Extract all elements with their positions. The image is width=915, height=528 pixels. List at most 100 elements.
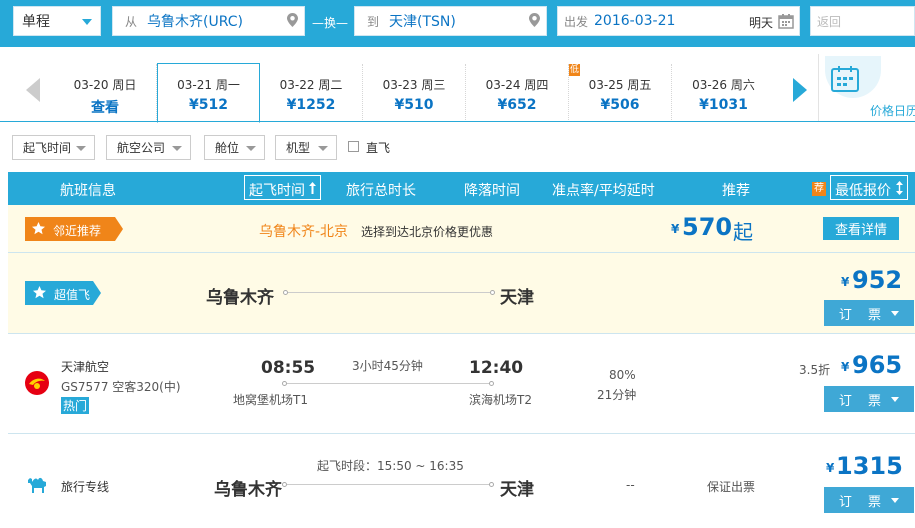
sort-updown-icon <box>896 181 903 195</box>
date-tab[interactable]: 03-26 周六 ¥1031 <box>672 64 775 122</box>
calendar-icon <box>831 66 859 92</box>
camel-icon <box>28 477 46 493</box>
nearby-suffix: 起 <box>733 220 753 244</box>
average-delay: 21分钟 <box>597 388 637 402</box>
date-tab[interactable]: 03-20 周日 查看 <box>54 64 157 122</box>
date-tab-day: 03-24 周四 <box>485 78 549 92</box>
deal-from-city: 乌鲁木齐 <box>206 288 274 308</box>
swap-button[interactable]: —换— <box>306 14 354 31</box>
book-button[interactable]: 订 票 <box>824 300 914 326</box>
recommend-badge: 荐 <box>812 182 826 196</box>
from-label: 从 <box>125 14 138 29</box>
header-duration[interactable]: 旅行总时长 <box>346 180 416 200</box>
nearby-price: 570 <box>682 213 733 241</box>
to-city-input[interactable]: 到 天津(TSN) <box>354 6 547 36</box>
book-button-label: 订 票 <box>838 393 888 409</box>
discount-label: 3.5折 <box>799 363 831 377</box>
cabin-filter[interactable]: 舱位 <box>204 135 265 160</box>
route-dot <box>489 381 494 386</box>
header-arrive-time[interactable]: 降落时间 <box>464 180 520 200</box>
travel-ontime: -- <box>626 478 635 492</box>
star-icon <box>32 222 45 235</box>
deal-tag: 超值飞 <box>25 281 101 305</box>
header-recommend[interactable]: 推荐 <box>722 180 750 200</box>
deal-row <box>8 253 915 333</box>
view-details-button[interactable]: 查看详情 <box>823 217 899 240</box>
deal-yen: ¥ <box>841 275 850 289</box>
route-line <box>288 292 491 293</box>
flight-duration: 3小时45分钟 <box>352 359 423 373</box>
arrive-airport: 滨海机场T2 <box>469 393 532 407</box>
chevron-down-icon <box>318 146 328 151</box>
route-dot <box>489 482 494 487</box>
calendar-icon <box>778 14 794 29</box>
header-flight-info: 航班信息 <box>60 183 116 199</box>
depart-date-input[interactable]: 出发 2016-03-21 明天 <box>557 6 800 36</box>
price-calendar-label: 价格日历 <box>870 104 915 118</box>
low-price-badge: 低 <box>569 64 581 76</box>
depart-time-filter[interactable]: 起飞时间 <box>12 135 95 160</box>
from-city-input[interactable]: 从 乌鲁木齐(URC) <box>112 6 305 36</box>
date-tab-price: ¥512 <box>189 97 228 113</box>
travel-from-city: 乌鲁木齐 <box>214 480 282 500</box>
direct-checkbox[interactable] <box>348 141 359 152</box>
deal-price: 952 <box>852 266 903 294</box>
price-calendar-button[interactable]: 价格日历 <box>818 54 915 121</box>
sort-lowest-price-button[interactable]: 最低报价 <box>830 175 908 200</box>
header-ontime[interactable]: 准点率/平均延时 <box>552 180 655 200</box>
chevron-down-icon <box>246 146 256 151</box>
sort-depart-time-button[interactable]: 起飞时间 <box>244 175 321 200</box>
deal-to-city: 天津 <box>500 288 534 308</box>
date-tab[interactable]: 03-23 周三 ¥510 <box>363 64 466 122</box>
depart-hint: 明天 <box>748 16 773 30</box>
nearby-desc: 选择到达北京价格更优惠 <box>361 225 494 239</box>
deal-tag-label: 超值飞 <box>54 288 91 302</box>
return-date-input[interactable]: 返回 <box>810 6 915 36</box>
next-arrow-icon[interactable] <box>793 78 807 102</box>
tianjin-airlines-logo <box>25 371 49 395</box>
prev-arrow-icon[interactable] <box>26 78 40 102</box>
chevron-down-icon <box>172 146 182 151</box>
hot-badge: 热门 <box>61 397 90 414</box>
date-tab[interactable]: 03-24 周四 ¥652 <box>466 64 569 122</box>
date-tab-price: ¥1252 <box>286 97 336 113</box>
date-tab[interactable]: 低 03-25 周五 ¥506 <box>569 64 672 122</box>
date-tab-day: 03-25 周五 <box>588 78 652 92</box>
chevron-down-icon <box>891 497 900 503</box>
route-dot <box>490 290 495 295</box>
depart-airport: 地窝堡机场T1 <box>233 393 308 407</box>
airline-filter[interactable]: 航空公司 <box>106 135 191 160</box>
direct-label: 直飞 <box>366 141 391 155</box>
book-button-label: 订 票 <box>838 494 888 510</box>
date-strip-divider <box>0 121 915 122</box>
chevron-down-icon <box>82 19 92 25</box>
date-tab-day: 03-22 周二 <box>279 78 343 92</box>
aircraft-filter-label: 机型 <box>286 141 311 155</box>
travel-to-city: 天津 <box>500 480 534 500</box>
date-tab-price: ¥506 <box>600 97 640 113</box>
date-tab-price: ¥1031 <box>699 97 748 113</box>
to-label: 到 <box>367 14 380 29</box>
chevron-down-icon <box>891 310 900 316</box>
book-button-label: 订 票 <box>838 307 888 323</box>
date-tab-day: 03-21 周一 <box>177 78 240 92</box>
date-tab[interactable]: 03-22 周二 ¥1252 <box>260 64 363 122</box>
date-tab-selected[interactable]: 03-21 周一 ¥512 <box>157 63 260 123</box>
date-tab-day: 03-26 周六 <box>692 78 755 92</box>
cabin-filter-label: 舱位 <box>215 141 240 155</box>
nearby-route[interactable]: 乌鲁木齐-北京 <box>259 221 348 241</box>
route-line <box>287 383 490 384</box>
airline-name: 天津航空 <box>61 360 110 374</box>
results-header: 航班信息 起飞时间 旅行总时长 降落时间 准点率/平均延时 推荐 荐 最低报价 <box>8 172 915 205</box>
trip-type-value: 单程 <box>22 14 50 30</box>
aircraft-filter[interactable]: 机型 <box>275 135 337 160</box>
location-pin-icon <box>529 13 540 27</box>
ontime-rate: 80% <box>609 368 636 382</box>
trip-type-select[interactable]: 单程 <box>13 6 101 36</box>
book-button[interactable]: 订 票 <box>824 487 914 513</box>
to-city-value: 天津(TSN) <box>389 14 456 30</box>
book-button[interactable]: 订 票 <box>824 386 914 412</box>
sort-depart-time-label: 起飞时间 <box>249 183 305 199</box>
location-pin-icon <box>287 13 298 27</box>
flight-number[interactable]: GS7577 空客320(中) <box>61 378 181 395</box>
